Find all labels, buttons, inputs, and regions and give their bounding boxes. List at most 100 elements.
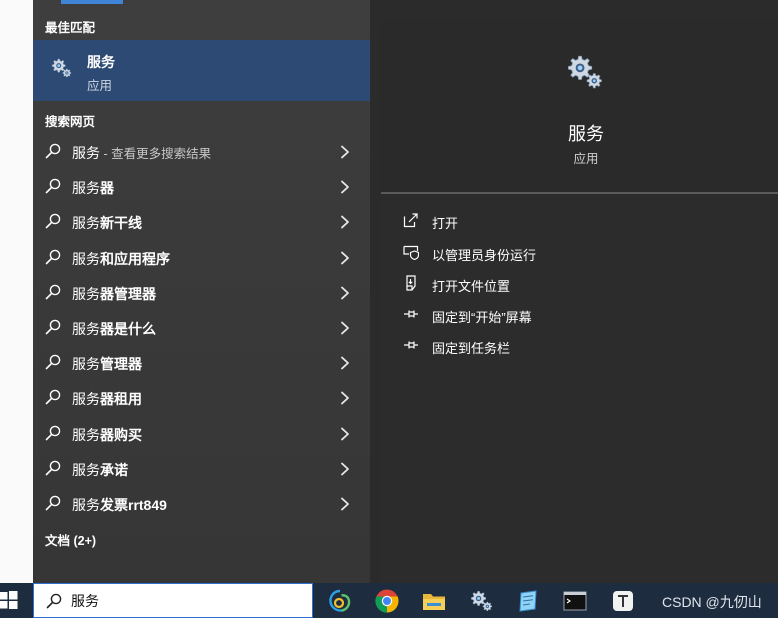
result-prefix: 服务 [72,497,100,513]
search-result-item[interactable]: 服务器购买 [33,417,370,451]
preview-panel: 服务 应用 打开 以管理员身份运行 打开文件位置 固定到“开始”屏幕 固定到任务… [381,20,778,583]
search-input[interactable] [71,590,291,612]
search-result-item[interactable]: 服务器 [33,170,370,204]
search-result-label: 服务新干线 [72,213,142,233]
services-icon[interactable] [468,588,494,614]
divider [381,192,778,194]
chevron-right-icon[interactable] [338,286,352,300]
search-result-item[interactable]: 服务管理器 [33,346,370,380]
notes-icon[interactable] [515,588,541,614]
search-icon [45,495,61,511]
result-suffix: 管理器 [100,356,142,373]
result-suffix: 器租用 [100,391,142,408]
active-tab-indicator [61,0,123,4]
search-icon [45,249,61,264]
search-result-item[interactable]: 服务器是什么 [33,311,370,345]
file-location-icon [406,275,416,291]
action-label: 打开 [432,216,459,231]
edge-beta-icon[interactable] [327,588,353,614]
preview-subtitle: 应用 [573,152,599,166]
pin-icon [404,341,418,349]
result-prefix: 服务 [72,461,100,478]
chevron-right-icon[interactable] [338,180,352,194]
search-result-item[interactable]: 服务器管理器 [33,276,370,310]
search-result-item[interactable]: 服务承诺 [33,452,370,486]
result-prefix: 服务 [72,215,100,232]
result-suffix: 发票rrt849 [100,497,167,513]
search-result-item[interactable]: 服务器租用 [33,381,370,415]
search-icon [45,284,61,300]
search-icon [45,460,61,476]
result-prefix: 服务 [72,145,100,161]
result-suffix: 器购买 [100,426,142,443]
search-results-panel: 最佳匹配 服务 应用 搜索网页 服务 - 查看更多搜索结果 服务器 服务新干线 服务和… [33,0,370,583]
best-match-item[interactable]: 服务 应用 [33,40,370,101]
search-result-label: 服务器管理器 [72,284,156,304]
open-icon [403,213,418,228]
chrome-icon[interactable] [374,588,400,614]
search-result-label: 服务承诺 [72,460,128,480]
action-label: 打开文件位置 [432,279,511,294]
chevron-right-icon[interactable] [338,497,352,511]
search-result-item[interactable]: 服务和应用程序 [33,241,370,275]
best-match-header: 最佳匹配 [45,21,96,35]
action-run-as-admin[interactable]: 以管理员身份运行 [401,241,761,265]
shield-icon [403,245,419,260]
result-suffix: 和应用程序 [100,250,170,267]
action-pin-to-start[interactable]: 固定到“开始”屏幕 [401,303,761,327]
preview-header: 服务 应用 [381,20,778,192]
search-result-item[interactable]: 服务发票rrt849 [33,487,370,521]
result-prefix: 服务 [72,180,100,197]
windows-start-icon[interactable] [0,591,18,609]
result-suffix: 器管理器 [100,285,156,302]
chevron-right-icon[interactable] [338,427,352,441]
chevron-right-icon[interactable] [338,251,352,265]
terminal-icon[interactable] [562,588,588,614]
search-result-label: 服务管理器 [72,354,142,374]
search-result-label: 服务 - 查看更多搜索结果 [72,143,211,163]
chevron-right-icon[interactable] [338,462,352,476]
result-prefix: 服务 [72,285,100,302]
gears-icon [51,58,72,78]
result-suffix: 承诺 [100,461,128,478]
gears-icon [567,55,602,89]
documents-header[interactable]: 文档 (2+) [45,530,96,549]
search-icon [45,354,61,370]
taskbar-search-box[interactable] [33,583,313,618]
start-menu: 最佳匹配 服务 应用 搜索网页 服务 - 查看更多搜索结果 服务器 服务新干线 服务和… [33,0,778,583]
search-icon [45,319,61,335]
result-prefix: 服务 [72,321,100,337]
search-result-item[interactable]: 服务 - 查看更多搜索结果 [33,135,370,169]
result-prefix: 服务 [72,391,100,408]
result-prefix: 服务 [72,356,100,373]
search-result-label: 服务和应用程序 [72,249,170,269]
action-pin-to-taskbar[interactable]: 固定到任务栏 [401,334,761,358]
result-hint: - 查看更多搜索结果 [100,147,212,161]
action-label: 以管理员身份运行 [432,248,537,263]
chevron-right-icon[interactable] [338,356,352,370]
search-result-label: 服务器购买 [72,425,142,445]
result-prefix: 服务 [72,426,100,443]
search-icon [46,593,62,609]
search-icon [45,213,61,229]
chevron-right-icon[interactable] [338,145,352,159]
action-open-file-location[interactable]: 打开文件位置 [401,272,761,296]
preview-title: 服务 [568,124,604,144]
search-icon [45,425,61,440]
taskbar: CSDN @九仞山 [0,583,778,618]
chevron-right-icon[interactable] [338,391,352,405]
result-suffix: 器 [100,180,114,197]
typora-icon[interactable] [610,588,636,614]
search-result-label: 服务器是什么 [72,319,156,339]
search-icon [45,143,61,159]
file-explorer-icon[interactable] [421,588,447,614]
chevron-right-icon[interactable] [338,215,352,229]
search-result-label: 服务发票rrt849 [72,495,167,515]
search-result-item[interactable]: 服务新干线 [33,205,370,239]
result-suffix: 器是什么 [100,321,156,337]
chevron-right-icon[interactable] [338,321,352,335]
watermark: CSDN @九仞山 [662,594,762,610]
search-result-label: 服务器租用 [72,389,142,409]
action-label: 固定到任务栏 [432,341,511,356]
action-open[interactable]: 打开 [401,209,761,233]
